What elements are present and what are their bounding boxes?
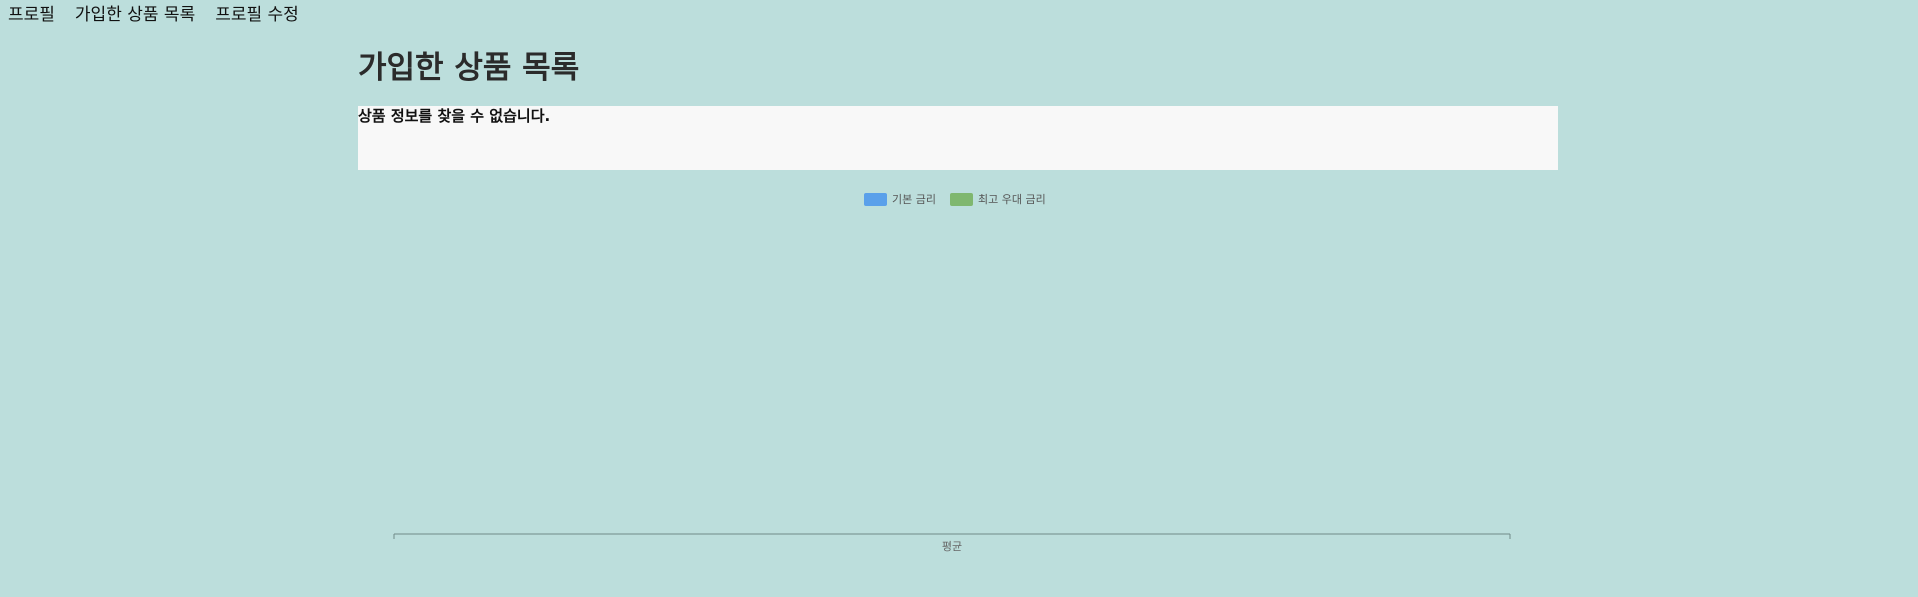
- legend-label: 기본 금리: [892, 193, 936, 206]
- chart-legend: 기본 금리 최고 우대 금리: [864, 193, 1046, 206]
- legend-swatch: [864, 193, 887, 206]
- legend-label: 최고 우대 금리: [978, 193, 1046, 206]
- x-tick-label: 평균: [942, 540, 962, 553]
- legend-item[interactable]: 최고 우대 금리: [950, 193, 1046, 206]
- legend-item[interactable]: 기본 금리: [864, 193, 936, 206]
- chart-x-axis: 평균: [393, 533, 1511, 553]
- rate-chart: 기본 금리 최고 우대 금리 평균: [393, 193, 1511, 553]
- legend-swatch: [950, 193, 973, 206]
